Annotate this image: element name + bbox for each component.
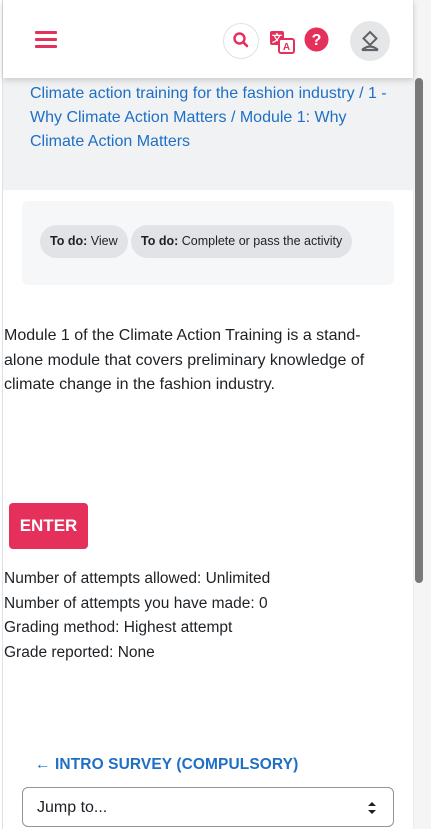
user-avatar-icon xyxy=(361,30,379,52)
breadcrumb-separator: / xyxy=(230,109,240,126)
help-question-icon: ? xyxy=(304,27,329,52)
jump-to-value: Jump to... xyxy=(37,799,108,816)
page: 文 A ? Climate action training for the fa… xyxy=(0,0,431,829)
activity-description: Module 1 of the Climate Action Training … xyxy=(4,327,365,393)
breadcrumb-item-course[interactable]: Climate action training for the fashion … xyxy=(30,85,355,102)
hamburger-menu-icon[interactable] xyxy=(35,30,57,50)
language-translate-icon: 文 A xyxy=(270,31,295,54)
completion-badge-text: View xyxy=(90,234,118,248)
search-icon xyxy=(233,32,249,48)
previous-activity-link[interactable]: ← INTRO SURVEY (COMPULSORY) xyxy=(35,754,298,776)
help-button[interactable]: ? xyxy=(304,27,329,52)
svg-text:A: A xyxy=(283,42,290,53)
select-arrows-icon xyxy=(368,802,376,814)
completion-badge-view: To do: View xyxy=(40,225,128,258)
user-avatar[interactable] xyxy=(350,21,390,61)
breadcrumb: Climate action training for the fashion … xyxy=(30,82,390,154)
top-navbar: 文 A ? xyxy=(3,0,413,78)
svg-text:?: ? xyxy=(312,32,322,49)
attempts-made: Number of attempts you have made: 0 xyxy=(4,594,268,612)
enter-button[interactable]: ENTER xyxy=(9,503,88,549)
completion-badge-text: Complete or pass the activity xyxy=(181,234,343,248)
scrollbar-thumb[interactable] xyxy=(415,78,423,583)
completion-badge-prefix: To do: xyxy=(50,234,91,248)
attempts-allowed: Number of attempts allowed: Unlimited xyxy=(4,570,271,587)
completion-badge-prefix: To do: xyxy=(141,234,182,248)
grade-reported: Grade reported: None xyxy=(4,644,155,662)
search-button[interactable] xyxy=(223,23,259,59)
grading-method: Grading method: Highest attempt xyxy=(4,619,233,637)
jump-to-select[interactable]: Jump to... xyxy=(22,787,394,827)
language-button[interactable]: 文 A xyxy=(269,30,295,54)
breadcrumb-separator: / xyxy=(359,85,368,102)
attempt-details: Number of attempts allowed: Unlimited Nu… xyxy=(4,567,404,666)
completion-badge-complete: To do: Complete or pass the activity xyxy=(131,225,353,258)
